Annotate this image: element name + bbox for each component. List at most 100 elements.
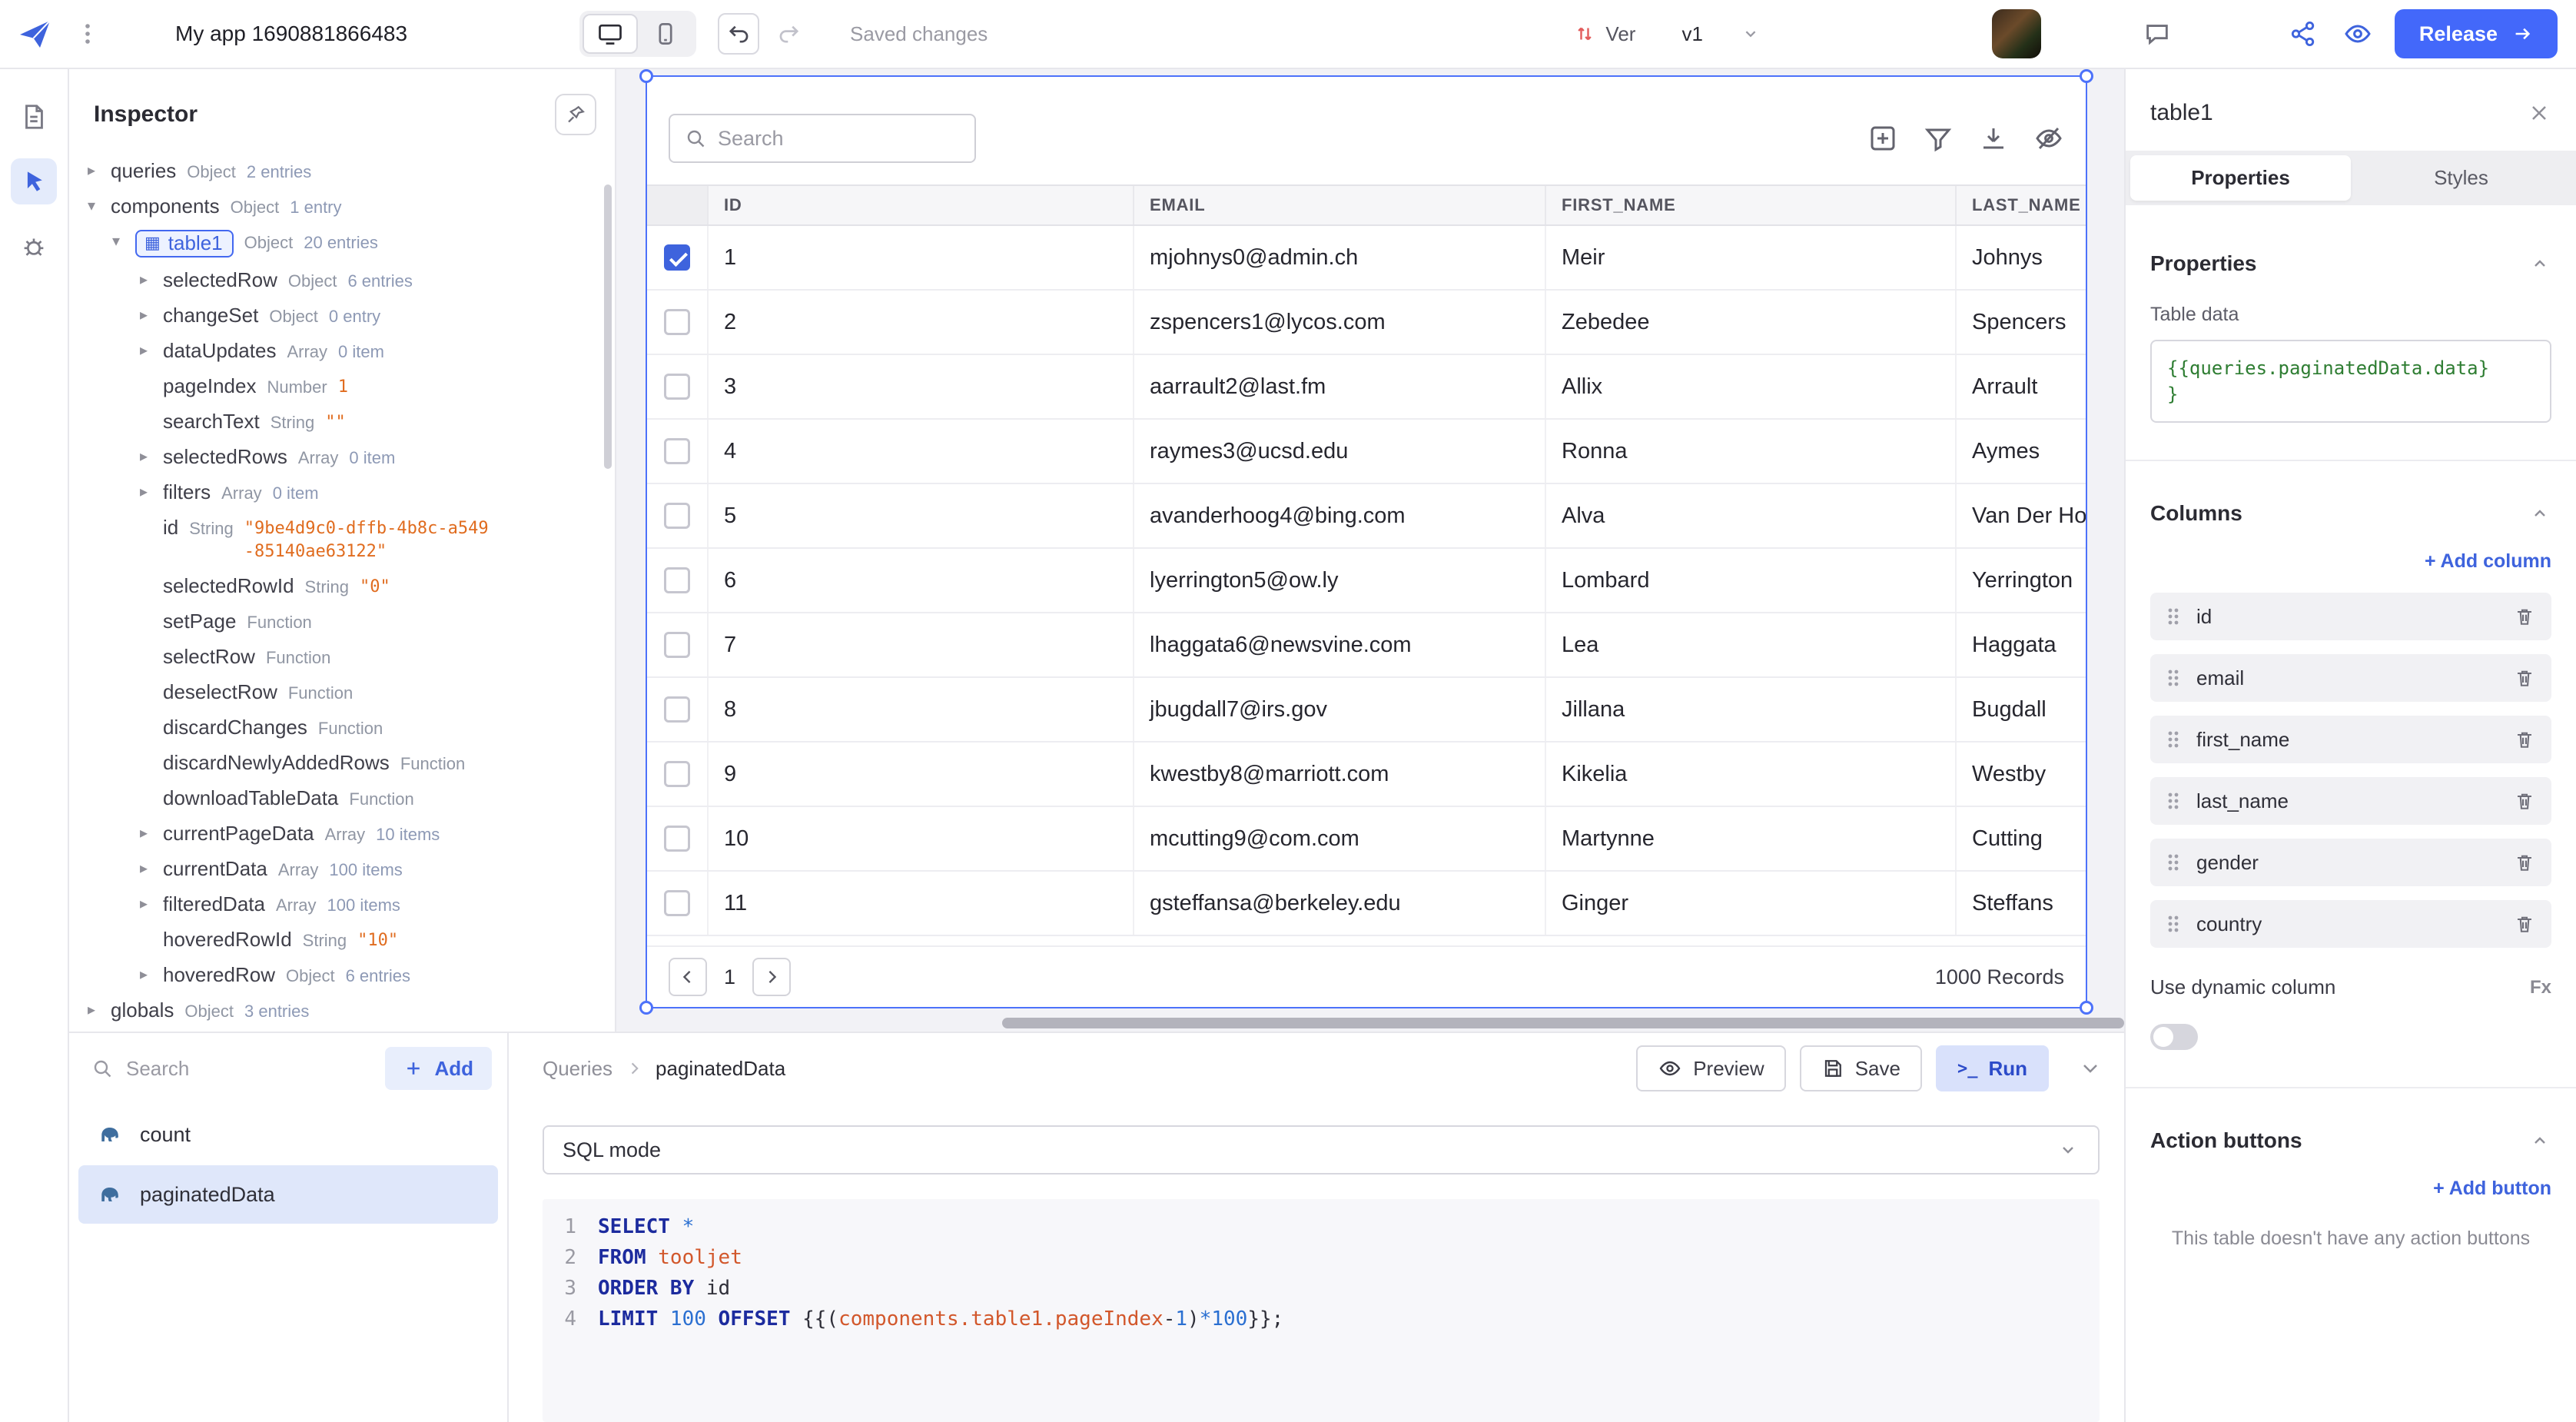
cell-email[interactable]: lyerrington5@ow.ly bbox=[1134, 549, 1546, 612]
comments-icon[interactable] bbox=[2143, 19, 2172, 48]
table-row[interactable]: 8 jbugdall7@irs.gov Jillana Bugdall bbox=[647, 678, 2086, 743]
panel-tab[interactable]: Styles bbox=[2351, 155, 2571, 201]
tooljet-logo-icon[interactable] bbox=[15, 14, 55, 54]
tree-key[interactable]: ▦id bbox=[163, 516, 178, 539]
column-item[interactable]: last_name bbox=[2150, 777, 2551, 825]
cell-last-name[interactable]: Bugdall bbox=[1957, 678, 2086, 741]
close-icon[interactable] bbox=[2527, 101, 2551, 125]
cell-id[interactable]: 2 bbox=[709, 291, 1134, 354]
delete-column-icon[interactable] bbox=[2513, 851, 2536, 874]
cell-email[interactable]: lhaggata6@newsvine.com bbox=[1134, 613, 1546, 676]
table-row[interactable]: 9 kwestby8@marriott.com Kikelia Westby bbox=[647, 743, 2086, 807]
tree-chevron-icon[interactable]: ▸ bbox=[140, 445, 163, 468]
tree-key[interactable]: ▦globals bbox=[111, 998, 174, 1022]
download-icon[interactable] bbox=[1978, 123, 2009, 154]
cell-email[interactable]: avanderhoog4@bing.com bbox=[1134, 484, 1546, 547]
run-button[interactable]: >_ Run bbox=[1936, 1045, 2049, 1091]
tree-key[interactable]: ▦setPage bbox=[163, 610, 236, 633]
tree-key[interactable]: ▦deselectRow bbox=[163, 680, 277, 703]
breadcrumb-current[interactable]: paginatedData bbox=[656, 1057, 785, 1081]
column-header-email[interactable]: EMAIL bbox=[1134, 186, 1546, 224]
tree-key[interactable]: ▦hoveredRowId bbox=[163, 928, 292, 951]
row-checkbox[interactable] bbox=[664, 696, 690, 723]
column-item[interactable]: id bbox=[2150, 593, 2551, 640]
tree-row[interactable]: ▦pageIndex Number 1 bbox=[69, 369, 615, 404]
column-item[interactable]: email bbox=[2150, 654, 2551, 702]
column-header-id[interactable]: ID bbox=[709, 186, 1134, 224]
fx-button[interactable]: Fx bbox=[2530, 977, 2551, 998]
cell-last-name[interactable]: Van Der Hoog bbox=[1957, 484, 2086, 547]
row-checkbox[interactable] bbox=[664, 309, 690, 335]
tree-key[interactable]: ▦selectedRowId bbox=[163, 574, 294, 597]
tree-row[interactable]: ▸ ▦changeSet Object 0 entry bbox=[69, 298, 615, 334]
delete-column-icon[interactable] bbox=[2513, 912, 2536, 935]
drag-handle-icon[interactable] bbox=[2166, 852, 2181, 873]
tree-key[interactable]: ▦discardChanges bbox=[163, 716, 307, 739]
release-button[interactable]: Release bbox=[2395, 9, 2558, 58]
delete-column-icon[interactable] bbox=[2513, 789, 2536, 812]
next-page-button[interactable] bbox=[752, 958, 791, 996]
cell-id[interactable]: 5 bbox=[709, 484, 1134, 547]
tree-row[interactable]: ▸ ▦dataUpdates Array 0 item bbox=[69, 334, 615, 369]
column-header-first-name[interactable]: FIRST_NAME bbox=[1546, 186, 1957, 224]
table-row[interactable]: 3 aarrault2@last.fm Allix Arrault bbox=[647, 355, 2086, 420]
inspector-scrollbar[interactable] bbox=[604, 184, 612, 469]
redo-button[interactable] bbox=[768, 13, 810, 55]
cell-first-name[interactable]: Meir bbox=[1546, 226, 1957, 289]
drag-handle-icon[interactable] bbox=[2166, 790, 2181, 812]
tree-key[interactable]: ▦dataUpdates bbox=[163, 339, 276, 362]
unpin-inspector-button[interactable] bbox=[555, 94, 596, 135]
tree-row[interactable]: ▸ ▦filters Array 0 item bbox=[69, 475, 615, 510]
drag-handle-icon[interactable] bbox=[2166, 729, 2181, 750]
tree-row[interactable]: ▸ ▦hoveredRow Object 6 entries bbox=[69, 958, 615, 993]
tree-chevron-icon[interactable]: ▸ bbox=[140, 963, 163, 986]
query-search-input[interactable] bbox=[126, 1057, 373, 1081]
action-buttons-section-header[interactable]: Action buttons bbox=[2150, 1128, 2551, 1153]
drag-handle-icon[interactable] bbox=[2166, 606, 2181, 627]
row-checkbox[interactable] bbox=[664, 567, 690, 593]
delete-column-icon[interactable] bbox=[2513, 666, 2536, 689]
tree-key[interactable]: ▦filteredData bbox=[163, 892, 265, 915]
tree-row[interactable]: ▦selectedRowId String "0" bbox=[69, 569, 615, 604]
dynamic-column-toggle[interactable] bbox=[2150, 1024, 2198, 1050]
tree-chevron-icon[interactable]: ▸ bbox=[140, 268, 163, 291]
tree-chevron-icon[interactable]: ▸ bbox=[140, 857, 163, 880]
cell-id[interactable]: 11 bbox=[709, 872, 1134, 935]
cell-last-name[interactable]: Johnys bbox=[1957, 226, 2086, 289]
table-row[interactable]: 2 zspencers1@lycos.com Zebedee Spencers bbox=[647, 291, 2086, 355]
properties-section-header[interactable]: Properties bbox=[2150, 251, 2551, 276]
tree-row[interactable]: ▸ ▦selectedRows Array 0 item bbox=[69, 440, 615, 475]
tree-row[interactable]: ▦searchText String "" bbox=[69, 404, 615, 440]
delete-column-icon[interactable] bbox=[2513, 605, 2536, 628]
app-title[interactable]: My app 1690881866483 bbox=[175, 22, 407, 46]
resize-handle[interactable] bbox=[2080, 1001, 2093, 1015]
cell-email[interactable]: zspencers1@lycos.com bbox=[1134, 291, 1546, 354]
cell-last-name[interactable]: Aymes bbox=[1957, 420, 2086, 483]
tree-chevron-icon[interactable]: ▸ bbox=[140, 339, 163, 362]
cell-last-name[interactable]: Spencers bbox=[1957, 291, 2086, 354]
cell-id[interactable]: 10 bbox=[709, 807, 1134, 870]
tree-key[interactable]: ▦selectedRows bbox=[163, 445, 287, 468]
tree-chevron-icon[interactable]: ▸ bbox=[140, 822, 163, 845]
add-row-icon[interactable] bbox=[1867, 123, 1898, 154]
tree-key[interactable]: ▦discardNewlyAddedRows bbox=[163, 751, 390, 774]
cell-email[interactable]: gsteffansa@berkeley.edu bbox=[1134, 872, 1546, 935]
row-checkbox[interactable] bbox=[664, 503, 690, 529]
sql-mode-select[interactable]: SQL mode bbox=[543, 1125, 2100, 1174]
tree-row[interactable]: ▸ ▦currentData Array 100 items bbox=[69, 852, 615, 887]
resize-handle[interactable] bbox=[639, 69, 653, 83]
cell-email[interactable]: mcutting9@com.com bbox=[1134, 807, 1546, 870]
avatar[interactable] bbox=[1992, 9, 2041, 58]
tree-key[interactable]: ▦downloadTableData bbox=[163, 786, 338, 809]
cell-id[interactable]: 6 bbox=[709, 549, 1134, 612]
desktop-toggle[interactable] bbox=[583, 14, 638, 54]
table-search-input[interactable] bbox=[718, 127, 961, 151]
cell-id[interactable]: 1 bbox=[709, 226, 1134, 289]
add-action-button[interactable]: + Add button bbox=[2150, 1178, 2551, 1200]
query-list-item[interactable]: paginatedData bbox=[78, 1165, 498, 1224]
tree-key[interactable]: ▦changeSet bbox=[163, 304, 258, 327]
tree-row[interactable]: ▦setPage Function bbox=[69, 604, 615, 640]
column-header-last-name[interactable]: LAST_NAME bbox=[1957, 186, 2086, 224]
column-item[interactable]: first_name bbox=[2150, 716, 2551, 763]
prev-page-button[interactable] bbox=[669, 958, 707, 996]
